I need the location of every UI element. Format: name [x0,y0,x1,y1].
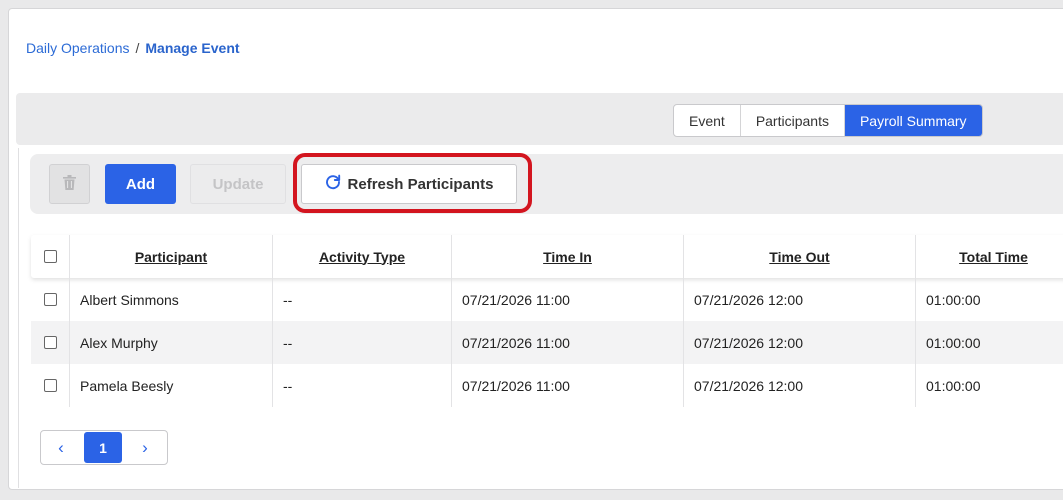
row-checkbox-cell [31,278,70,321]
time-in-cell: 07/21/2026 11:00 [452,364,684,407]
table-row[interactable]: Pamela Beesly -- 07/21/2026 11:00 07/21/… [31,364,1063,407]
refresh-participants-label: Refresh Participants [347,175,494,193]
toolbar [30,154,1063,214]
activity-type-cell: -- [273,364,452,407]
delete-button[interactable] [49,164,90,204]
total-time-cell: 01:00:00 [926,334,981,351]
tab-participants[interactable]: Participants [741,105,845,136]
time-in-cell: 07/21/2026 11:00 [452,278,684,321]
page-button-1[interactable]: 1 [84,432,122,463]
breadcrumb: Daily Operations / Manage Event [26,40,240,56]
add-button[interactable]: Add [105,164,176,204]
tab-group: Event Participants Payroll Summary [673,104,983,137]
pagination: ‹ 1 › [40,430,168,465]
refresh-participants-button[interactable]: Refresh Participants [301,164,517,204]
row-checkbox[interactable] [43,293,57,306]
row-checkbox[interactable] [43,379,57,392]
refresh-icon [325,174,341,195]
breadcrumb-current: Manage Event [145,40,240,56]
time-out-cell: 07/21/2026 12:00 [684,364,916,407]
total-time-cell: 01:00:00 [926,291,981,308]
chevron-left-icon[interactable]: ‹ [41,431,81,464]
chevron-right-icon[interactable]: › [125,431,165,464]
column-header-time-out[interactable]: Time Out [684,235,916,278]
table-row[interactable]: Alex Murphy -- 07/21/2026 11:00 07/21/20… [31,321,1063,364]
time-out-cell: 07/21/2026 12:00 [684,278,916,321]
row-checkbox-cell [31,364,70,407]
breadcrumb-daily-operations-link[interactable]: Daily Operations [26,40,130,56]
activity-type-cell: -- [273,278,452,321]
participants-table: Participant Activity Type Time In Time O… [31,235,1063,407]
time-out-cell: 07/21/2026 12:00 [684,321,916,364]
select-all-cell [31,235,70,278]
column-header-time-in[interactable]: Time In [452,235,684,278]
tab-payroll-summary[interactable]: Payroll Summary [844,105,982,136]
total-time-cell: 01:00:00 [926,377,981,394]
row-checkbox[interactable] [43,336,57,349]
table-header: Participant Activity Type Time In Time O… [31,235,1063,278]
breadcrumb-separator: / [135,40,140,56]
tab-event[interactable]: Event [674,105,741,136]
time-in-cell: 07/21/2026 11:00 [452,321,684,364]
column-header-activity-type[interactable]: Activity Type [273,235,452,278]
column-header-participant[interactable]: Participant [70,235,273,278]
row-checkbox-cell [31,321,70,364]
column-header-total-time[interactable]: Total Time [916,235,1063,278]
participant-cell: Pamela Beesly [70,364,273,407]
update-button[interactable]: Update [190,164,286,204]
participant-cell: Albert Simmons [70,278,273,321]
trash-icon [63,174,76,194]
select-all-checkbox[interactable] [43,250,57,263]
activity-type-cell: -- [273,321,452,364]
participant-cell: Alex Murphy [70,321,273,364]
table-row[interactable]: Albert Simmons -- 07/21/2026 11:00 07/21… [31,278,1063,321]
